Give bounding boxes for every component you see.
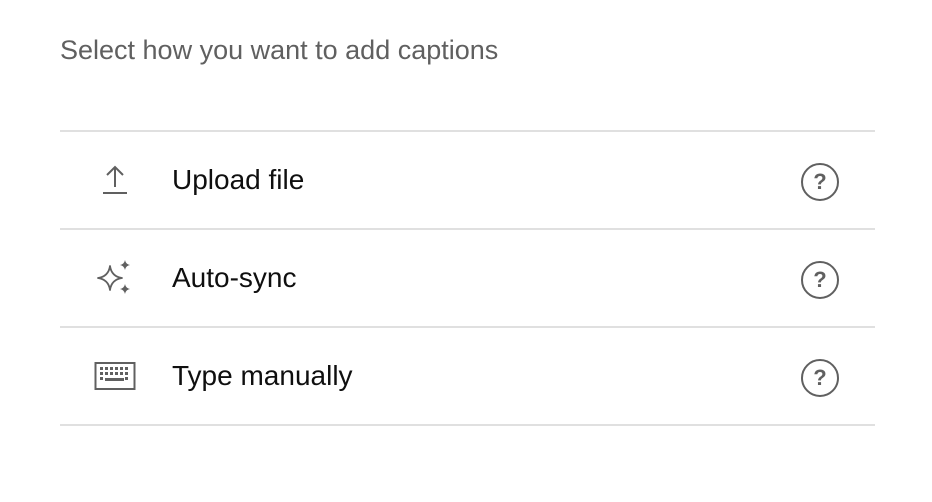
option-auto-sync[interactable]: Auto-sync ? [60, 230, 875, 328]
option-label: Upload file [172, 164, 305, 195]
sparkle-icon [94, 260, 136, 296]
help-icon[interactable]: ? [801, 163, 839, 201]
keyboard-icon [94, 358, 136, 394]
option-label: Auto-sync [172, 262, 297, 293]
help-icon[interactable]: ? [801, 359, 839, 397]
option-type-manually[interactable]: Type manually ? [60, 328, 875, 426]
caption-options-list: Upload file ? Auto-sync ? Type manually … [60, 130, 875, 426]
option-upload-file[interactable]: Upload file ? [60, 132, 875, 230]
help-icon[interactable]: ? [801, 261, 839, 299]
dialog-prompt: Select how you want to add captions [60, 35, 499, 65]
upload-icon [94, 162, 136, 198]
option-label: Type manually [172, 360, 353, 391]
